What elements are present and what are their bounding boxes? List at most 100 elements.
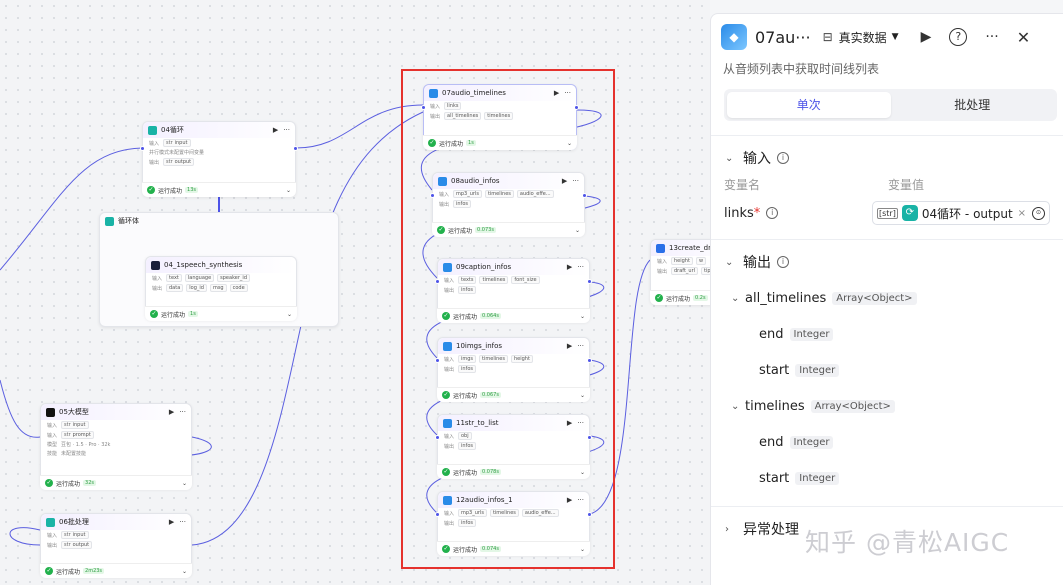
run-icon[interactable]: ▶ xyxy=(567,419,572,427)
model-name: 豆包 · 1.5 · Pro · 32k xyxy=(61,442,111,448)
run-icon[interactable]: ▶ xyxy=(562,177,567,185)
close-icon[interactable]: ✕ xyxy=(1017,28,1030,47)
node-title: 13create_dr xyxy=(669,244,710,252)
plugin-icon xyxy=(429,88,438,98)
input-port[interactable] xyxy=(435,512,440,517)
status-bar[interactable]: ✓ 运行成功 1s ⌄ xyxy=(145,306,297,321)
output-port[interactable] xyxy=(582,193,587,198)
chevron-down-icon[interactable]: ⌄ xyxy=(575,227,580,234)
node-batch06[interactable]: 06批处理 ▶ ··· 输入 str input 输出 str output ✓ 运行成功 2m… xyxy=(40,513,192,578)
node-speech-synthesis[interactable]: 04_1speech_synthesis 输入 text language speak… xyxy=(145,256,297,321)
row-label: 技能 xyxy=(47,451,58,457)
input-port[interactable] xyxy=(435,358,440,363)
chevron-down-icon[interactable]: ⌄ xyxy=(287,311,292,318)
var-tag: texts xyxy=(458,276,477,284)
run-icon[interactable]: ▶ xyxy=(169,518,174,526)
run-icon[interactable]: ▶ xyxy=(567,263,572,271)
chevron-down-icon[interactable]: ⌄ xyxy=(725,257,735,268)
node-13-create-draft[interactable]: 13create_dr 输入 height w 输出 draft_url tip ✓ 运行… xyxy=(650,239,710,305)
chevron-right-icon[interactable]: › xyxy=(725,524,735,535)
status-bar[interactable]: ✓ 运行成功 0.073s ⌄ xyxy=(432,222,585,237)
chevron-down-icon[interactable]: ⌄ xyxy=(182,480,187,487)
more-icon[interactable]: ··· xyxy=(577,419,584,427)
status-bar[interactable]: ✓ 运行成功 0.2s xyxy=(650,290,710,305)
plugin-icon xyxy=(151,260,160,270)
node-12-audio-infos-1[interactable]: 12audio_infos_1 ▶ ··· 输入 mp3_urls timelines a… xyxy=(435,491,592,556)
more-icon[interactable]: ··· xyxy=(179,408,186,416)
run-icon[interactable]: ▶ xyxy=(554,89,559,97)
input-port[interactable] xyxy=(435,435,440,440)
workflow-canvas[interactable]: 04循环 ▶ ··· 输入 str input 并行模式 未配置中间变量 输出 str out… xyxy=(0,0,710,585)
output-tree-row: start Integer xyxy=(731,352,1063,388)
more-icon[interactable]: ··· xyxy=(577,496,584,504)
caret-down-icon[interactable]: ▼ xyxy=(892,32,899,42)
tab-batch[interactable]: 批处理 xyxy=(891,92,1055,118)
chevron-down-icon[interactable]: ⌄ xyxy=(567,140,572,147)
node-09-caption-infos[interactable]: 09caption_infos ▶ ··· 输入 texts timelines font… xyxy=(435,258,592,323)
more-icon[interactable]: ··· xyxy=(283,126,290,134)
status-bar[interactable]: ✓ 运行成功 13s ⌄ xyxy=(142,182,296,197)
output-tree-row[interactable]: ⌄ all_timelines Array<Object> xyxy=(731,280,1063,316)
more-icon[interactable]: ··· xyxy=(572,177,579,185)
more-icon[interactable]: ··· xyxy=(179,518,186,526)
status-bar[interactable]: ✓ 运行成功 32s ⌄ xyxy=(40,475,192,490)
chevron-down-icon[interactable]: ⌄ xyxy=(182,568,187,575)
chevron-down-icon[interactable]: ⌄ xyxy=(286,187,291,194)
status-bar[interactable]: ✓ 运行成功 0.064s ⌄ xyxy=(437,308,590,323)
output-tree-row[interactable]: ⌄ timelines Array<Object> xyxy=(731,388,1063,424)
output-port[interactable] xyxy=(587,358,592,363)
status-bar[interactable]: ✓ 运行成功 1s ⌄ xyxy=(423,135,577,150)
chevron-down-icon[interactable]: ⌄ xyxy=(580,546,585,553)
more-icon[interactable]: ··· xyxy=(985,29,998,45)
plugin-icon xyxy=(438,176,447,186)
status-bar[interactable]: ✓ 运行成功 2m23s ⌄ xyxy=(40,563,192,578)
run-icon[interactable]: ▶ xyxy=(567,496,572,504)
run-icon[interactable]: ▶ xyxy=(273,126,278,134)
status-bar[interactable]: ✓ 运行成功 0.074s ⌄ xyxy=(437,541,590,556)
input-value-field[interactable]: [str] ⟳ 04循环 - output × ⊙ xyxy=(872,201,1050,225)
output-port[interactable] xyxy=(293,146,298,151)
row-label: 输入 xyxy=(149,140,160,147)
chevron-down-icon[interactable]: ⌄ xyxy=(580,313,585,320)
more-icon[interactable]: ··· xyxy=(577,342,584,350)
var-tag: audio_effe... xyxy=(516,190,554,198)
data-mode-select[interactable]: 真实数据 xyxy=(839,29,887,46)
chevron-down-icon[interactable]: ⌄ xyxy=(580,469,585,476)
more-icon[interactable]: ··· xyxy=(577,263,584,271)
chevron-down-icon[interactable]: ⌄ xyxy=(725,153,735,164)
output-port[interactable] xyxy=(587,512,592,517)
node-10-imgs-infos[interactable]: 10imgs_infos ▶ ··· 输入 imgs timelines height 输… xyxy=(435,337,592,402)
node-title: 11str_to_list xyxy=(456,419,499,427)
output-port[interactable] xyxy=(587,435,592,440)
loop-icon: ⟳ xyxy=(901,205,918,221)
chevron-down-icon[interactable]: ⌄ xyxy=(731,401,745,412)
node-loop04[interactable]: 04循环 ▶ ··· 输入 str input 并行模式 未配置中间变量 输出 str out… xyxy=(140,121,298,197)
column-header-value: 变量值 xyxy=(888,178,925,192)
node-title: 05大模型 xyxy=(59,408,89,416)
chevron-down-icon[interactable]: ⌄ xyxy=(580,392,585,399)
row-label: 输出 xyxy=(444,520,455,527)
node-llm05[interactable]: 05大模型 ▶ ··· 输入 str input 输入 str prompt 模型 豆包 · … xyxy=(40,403,192,490)
node-11-str-to-list[interactable]: 11str_to_list ▶ ··· 输入 obj 输出 infos ✓ 运行成功 0.0… xyxy=(435,414,592,479)
output-port[interactable] xyxy=(587,279,592,284)
input-port[interactable] xyxy=(435,279,440,284)
input-port[interactable] xyxy=(421,105,426,110)
help-icon[interactable]: ? xyxy=(949,28,968,46)
input-port[interactable] xyxy=(430,193,435,198)
status-bar[interactable]: ✓ 运行成功 0.067s ⌄ xyxy=(437,387,590,402)
node-08-audio-infos[interactable]: 08audio_infos ▶ ··· 输入 mp3_urls timelines aud… xyxy=(430,172,587,237)
node-07-audio-timelines[interactable]: 07audio_timelines ▶ ··· 输入 links 输出 all_time… xyxy=(421,84,579,150)
node-title: 循环体 xyxy=(118,217,139,225)
chevron-down-icon[interactable]: ⌄ xyxy=(731,293,745,304)
input-port[interactable] xyxy=(140,146,145,151)
duration-badge: 2m23s xyxy=(83,568,105,574)
run-icon[interactable]: ▶ xyxy=(169,408,174,416)
more-icon[interactable]: ··· xyxy=(564,89,571,97)
tab-single[interactable]: 单次 xyxy=(727,92,891,118)
variable-picker-icon[interactable]: ⊙ xyxy=(1032,206,1045,220)
play-icon[interactable]: ▶ xyxy=(921,29,932,45)
clear-icon[interactable]: × xyxy=(1018,208,1026,219)
status-bar[interactable]: ✓ 运行成功 0.078s ⌄ xyxy=(437,464,590,479)
output-port[interactable] xyxy=(574,105,579,110)
run-icon[interactable]: ▶ xyxy=(567,342,572,350)
